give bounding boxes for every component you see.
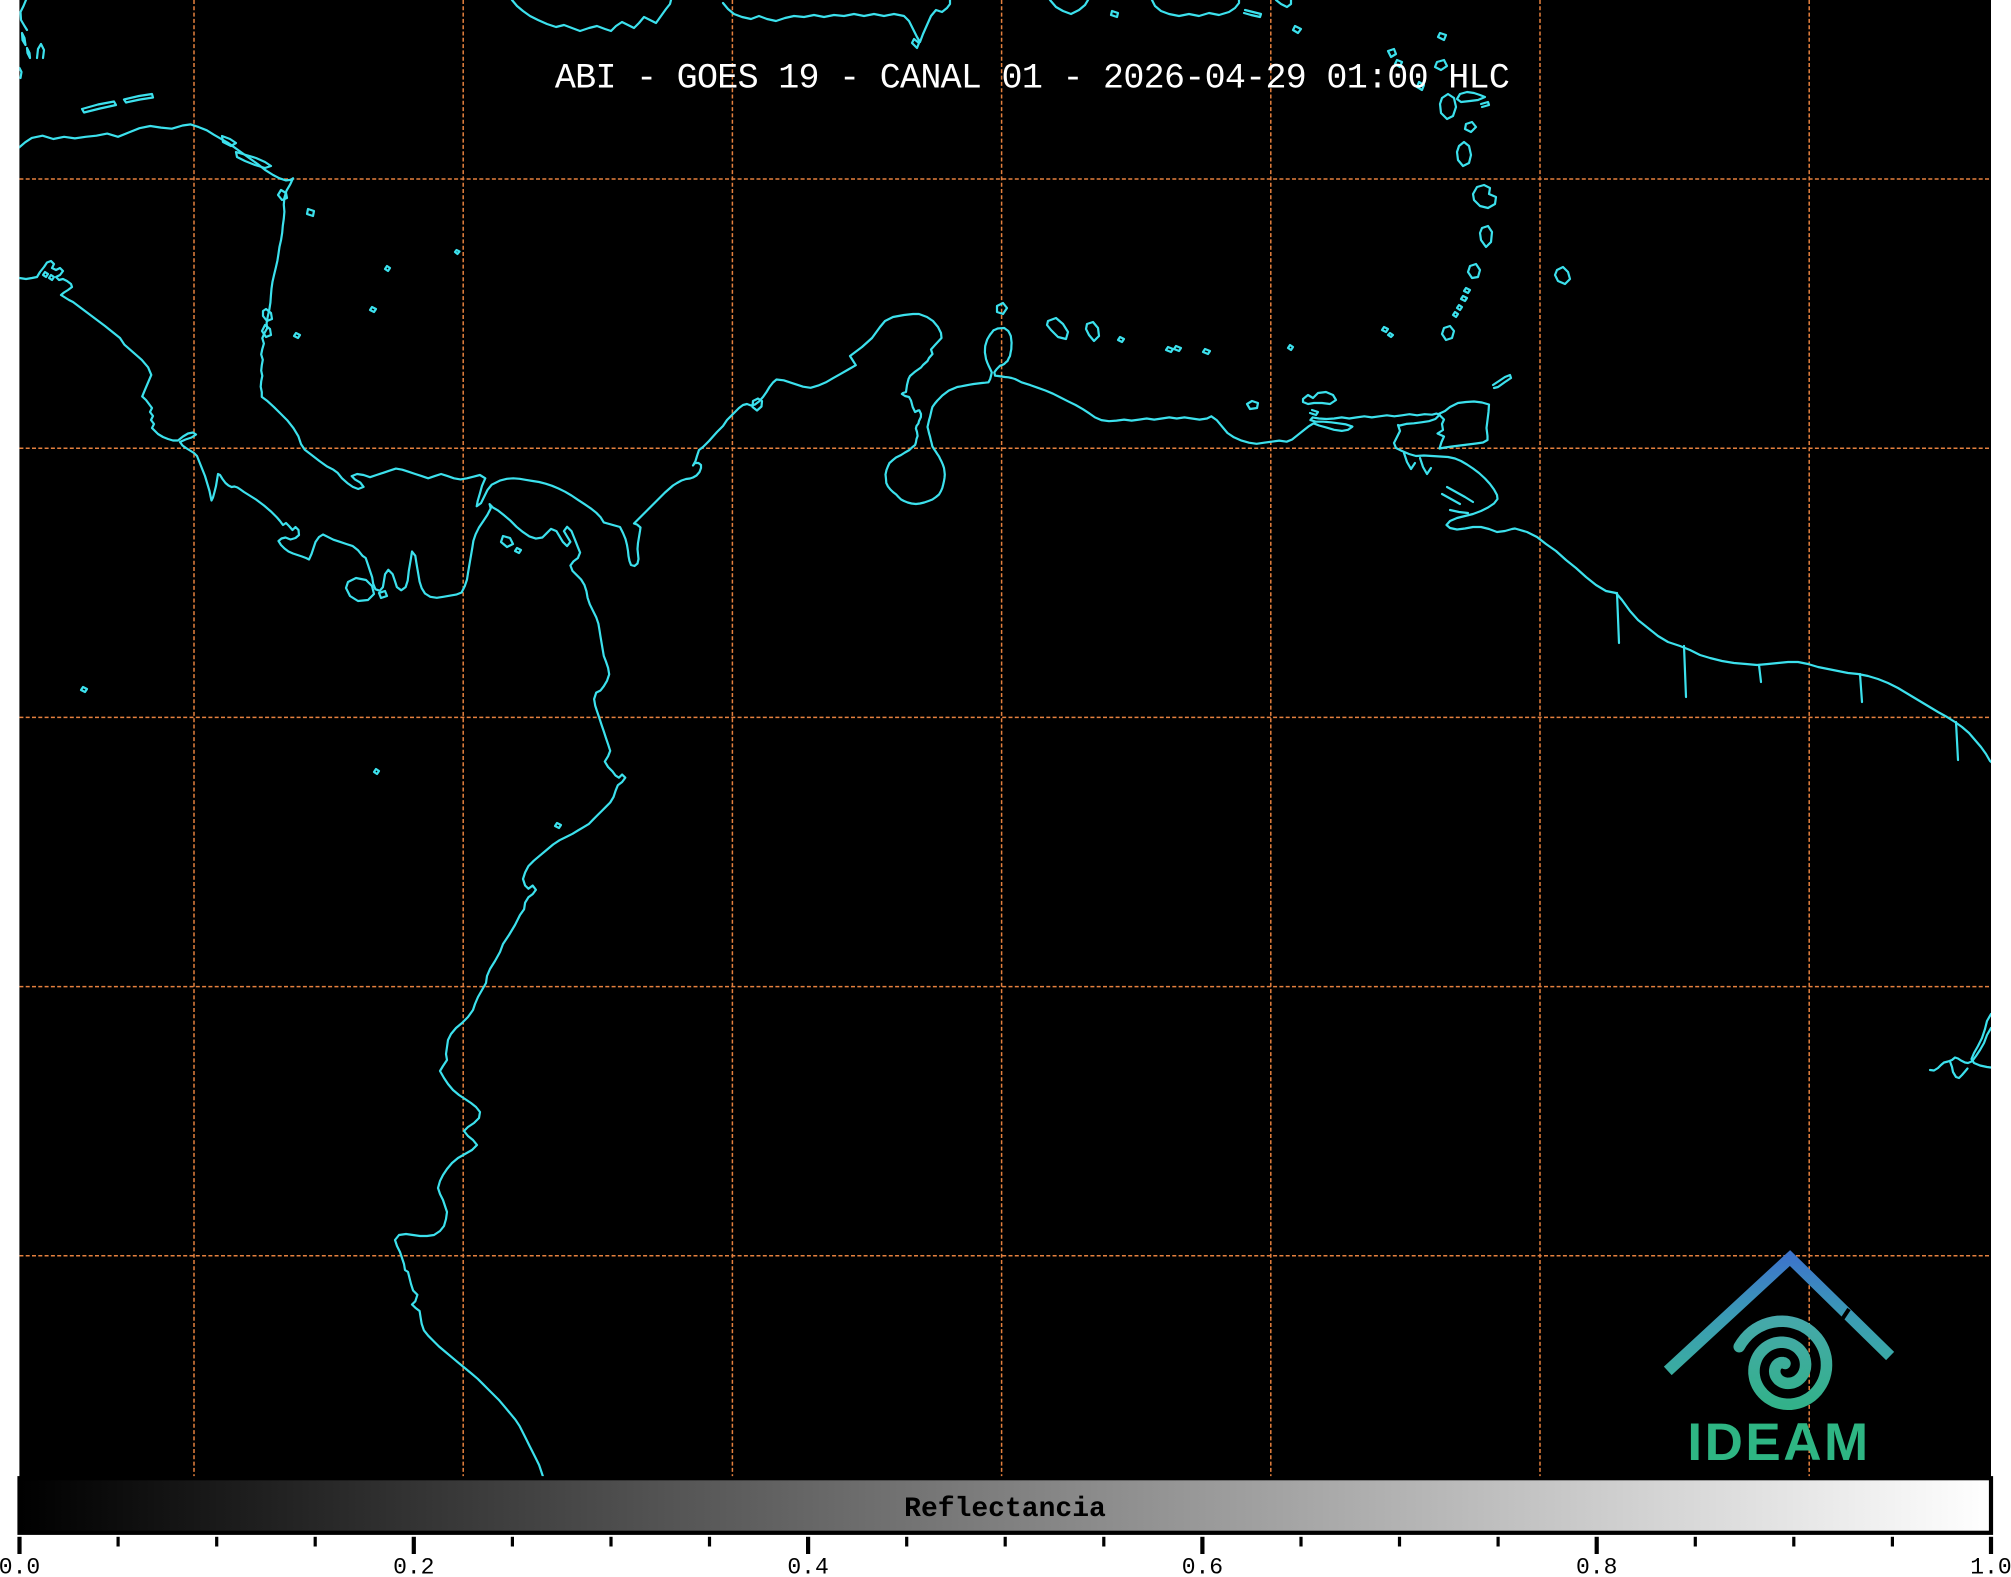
svg-text:Reflectancia: Reflectancia: [904, 1494, 1106, 1525]
svg-text:0.4: 0.4: [787, 1555, 828, 1577]
svg-text:0.6: 0.6: [1182, 1555, 1223, 1577]
svg-text:ABI - GOES 19 - CANAL 01 - 202: ABI - GOES 19 - CANAL 01 - 2026-04-29 01…: [555, 59, 1509, 99]
svg-text:0.2: 0.2: [393, 1555, 434, 1577]
svg-text:0.0: 0.0: [0, 1555, 40, 1577]
svg-text:1.0: 1.0: [1970, 1555, 2011, 1577]
svg-text:IDEAM: IDEAM: [1687, 1413, 1870, 1472]
svg-text:0.8: 0.8: [1576, 1555, 1617, 1577]
